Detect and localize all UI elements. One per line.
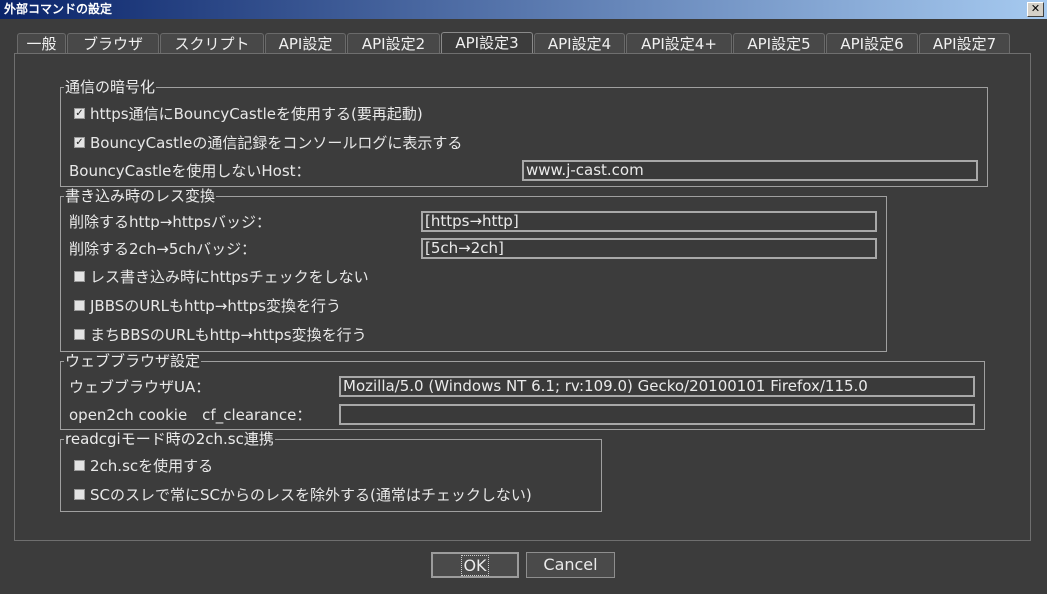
machi-https-checkbox[interactable]: まちBBSのURLもhttp→https変換を行う (74, 326, 367, 344)
jbbs-https-checkbox[interactable]: JBBSのURLもhttp→https変換を行う (74, 297, 341, 315)
tab-api6[interactable]: API設定6 (826, 33, 918, 53)
cancel-button[interactable]: Cancel (526, 552, 615, 578)
tab-api5[interactable]: API設定5 (733, 33, 825, 53)
http-badge-label: 削除するhttp→httpsバッジ： (69, 213, 271, 231)
window-title: 外部コマンドの設定 (4, 2, 113, 16)
ua-input[interactable]: Mozilla/5.0 (Windows NT 6.1; rv:109.0) G… (339, 376, 975, 397)
https-bouncycastle-checkbox[interactable]: ✓ https通信にBouncyCastleを使用する(要再起動) (74, 105, 423, 123)
ch-badge-label: 削除する2ch→5chバッジ： (69, 240, 257, 258)
no-https-check-checkbox[interactable]: レス書き込み時にhttpsチェックをしない (74, 268, 369, 286)
checkbox-checked-icon: ✓ (74, 137, 85, 148)
http-badge-input[interactable]: [https→http] (421, 211, 877, 232)
no-bc-host-input[interactable]: www.j-cast.com (522, 160, 978, 181)
tab-general[interactable]: 一般 (17, 33, 66, 53)
checkbox-checked-icon: ✓ (74, 108, 85, 119)
tab-script[interactable]: スクリプト (160, 33, 264, 53)
tab-api2[interactable]: API設定2 (347, 33, 440, 53)
res-conversion-legend: 書き込み時のレス変換 (65, 187, 216, 205)
checkbox-unchecked-icon (74, 300, 85, 311)
cookie-input[interactable] (339, 404, 975, 425)
encryption-legend: 通信の暗号化 (65, 78, 156, 96)
tab-api7[interactable]: API設定7 (919, 33, 1010, 53)
readcgi-legend: readcgiモード時の2ch.sc連携 (65, 430, 274, 448)
checkbox-unchecked-icon (74, 489, 85, 500)
close-icon: ✕ (1030, 2, 1041, 15)
bouncycastle-log-checkbox[interactable]: ✓ BouncyCastleの通信記録をコンソールログに表示する (74, 134, 462, 152)
ch-badge-input[interactable]: [5ch→2ch] (421, 238, 877, 259)
close-button[interactable]: ✕ (1027, 2, 1044, 17)
tab-api4plus[interactable]: API設定4+ (626, 33, 732, 53)
web-browser-legend: ウェブブラウザ設定 (65, 352, 201, 370)
ok-button[interactable]: OK (431, 552, 519, 578)
title-bar: 外部コマンドの設定 ✕ (0, 0, 1047, 19)
tab-api4[interactable]: API設定4 (534, 33, 625, 53)
exclude-sc-checkbox[interactable]: SCのスレで常にSCからのレスを除外する(通常はチェックしない) (74, 486, 532, 504)
no-bc-host-label: BouncyCastleを使用しないHost： (69, 162, 311, 180)
tab-api1[interactable]: API設定 (265, 33, 346, 53)
checkbox-unchecked-icon (74, 271, 85, 282)
tab-api3[interactable]: API設定3 (441, 32, 533, 54)
cookie-label: open2ch cookie cf_clearance： (69, 406, 312, 424)
ua-label: ウェブブラウザUA： (69, 378, 211, 396)
checkbox-unchecked-icon (74, 329, 85, 340)
use-2chsc-checkbox[interactable]: 2ch.scを使用する (74, 457, 213, 475)
tab-browser[interactable]: ブラウザ (67, 33, 159, 53)
checkbox-unchecked-icon (74, 460, 85, 471)
